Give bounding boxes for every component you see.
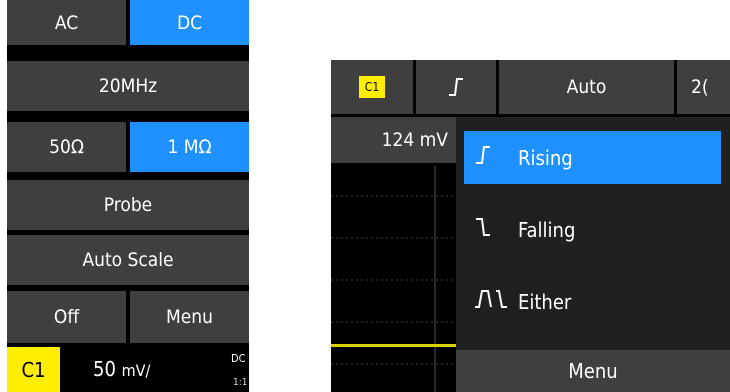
- scope-display: C1 Auto 2( 124 mV Rising Falling Either …: [331, 60, 730, 392]
- coupling-ac-button[interactable]: AC: [7, 0, 126, 45]
- probe-button[interactable]: Probe: [7, 180, 249, 230]
- trigger-slope-menu: Rising Falling Either Menu: [456, 117, 730, 392]
- coupling-dc-button[interactable]: DC: [130, 0, 249, 45]
- slope-option-either[interactable]: Either: [464, 275, 721, 328]
- trigger-slope-cell[interactable]: [416, 60, 496, 114]
- trigger-extra-cell[interactable]: 2(: [677, 60, 730, 114]
- trigger-level-readout[interactable]: 124 mV: [331, 117, 456, 163]
- trigger-source-chip: C1: [359, 76, 385, 98]
- channel-settings-panel: AC DC 20MHz 50Ω 1 MΩ Probe Auto Scale Of…: [7, 0, 249, 392]
- impedance-1mohm-button[interactable]: 1 MΩ: [130, 122, 249, 172]
- falling-edge-icon: [464, 217, 518, 242]
- rising-edge-icon: [464, 145, 518, 170]
- vertical-scale-value: 50: [93, 357, 116, 381]
- waveform-grid: [331, 166, 456, 392]
- slope-option-falling[interactable]: Falling: [464, 203, 721, 256]
- channel-trace: [331, 344, 456, 347]
- trigger-mode-cell[interactable]: Auto: [499, 60, 674, 114]
- vertical-scale-readout: 50 mV/: [93, 357, 150, 381]
- bandwidth-20mhz-button[interactable]: 20MHz: [7, 61, 249, 111]
- slope-menu-footer-button[interactable]: Menu: [456, 350, 730, 392]
- auto-scale-button[interactable]: Auto Scale: [7, 235, 249, 285]
- trigger-bar: C1 Auto 2(: [331, 60, 730, 114]
- rising-edge-icon: [449, 78, 463, 96]
- probe-ratio: 1:1: [233, 377, 248, 388]
- channel-menu-button[interactable]: Menu: [130, 291, 249, 343]
- channel-status-bar[interactable]: C1 50 mV/ DC 1:1: [7, 347, 249, 392]
- slope-option-label: Rising: [518, 145, 573, 170]
- either-edge-icon: [464, 289, 518, 314]
- coupling-indicator: DC: [231, 352, 246, 365]
- slope-option-rising[interactable]: Rising: [464, 131, 721, 184]
- vertical-scale-unit: mV/: [121, 361, 151, 380]
- channel-c1-tag[interactable]: C1: [7, 347, 60, 392]
- trigger-source-cell[interactable]: C1: [331, 60, 413, 114]
- slope-option-label: Either: [518, 289, 572, 314]
- slope-option-label: Falling: [518, 217, 576, 242]
- impedance-50ohm-button[interactable]: 50Ω: [7, 122, 126, 172]
- channel-off-button[interactable]: Off: [7, 291, 126, 343]
